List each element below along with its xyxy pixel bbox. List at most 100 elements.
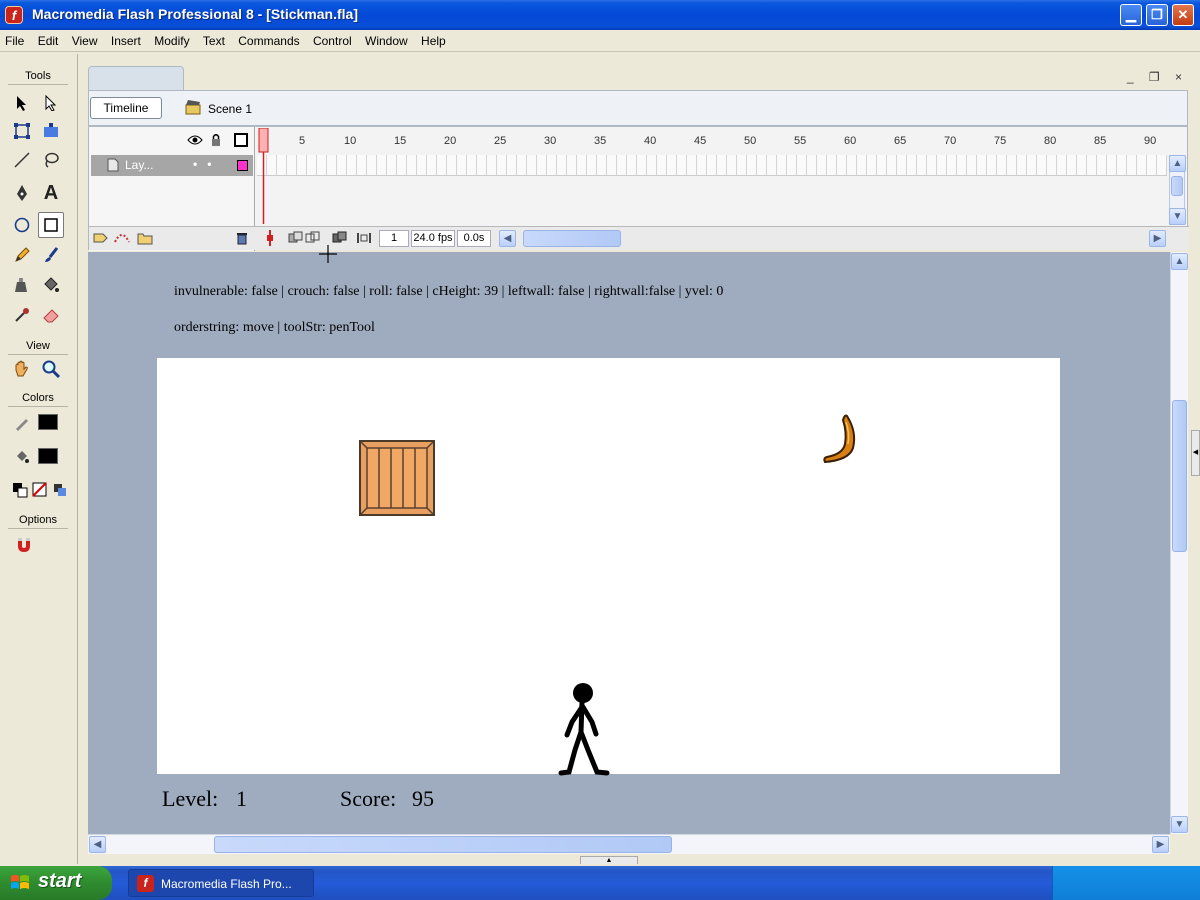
layer-name[interactable]: Lay... (125, 158, 153, 172)
timeline-vertical-scrollbar[interactable]: ▲ ▼ (1169, 155, 1186, 225)
insert-layer-icon[interactable] (93, 231, 109, 245)
stage-hscroll-thumb[interactable] (214, 836, 672, 853)
tools-panel: Tools A View Colors Options (0, 54, 78, 864)
start-button[interactable]: start (0, 866, 112, 900)
panel-collapse-arrow-icon[interactable]: ▲ (580, 856, 638, 864)
fill-color-swatch[interactable] (38, 448, 62, 468)
insert-layer-folder-icon[interactable] (137, 231, 153, 245)
timeline-toggle-button[interactable]: Timeline (90, 97, 162, 119)
stage-vertical-scrollbar[interactable]: ▲ ▼ (1170, 252, 1188, 834)
show-hide-layers-icon[interactable] (187, 134, 203, 146)
menu-file[interactable]: File (0, 30, 29, 48)
free-transform-tool[interactable] (9, 118, 35, 144)
frame-rate-field[interactable]: 24.0 fps (411, 230, 455, 247)
scene-label[interactable]: Scene 1 (208, 102, 252, 116)
stage-scroll-left-button[interactable]: ◀ (89, 836, 106, 853)
text-tool[interactable]: A (38, 180, 64, 206)
layer-frames[interactable] (257, 155, 1167, 176)
selection-tool[interactable] (9, 90, 35, 116)
boomerang[interactable] (821, 412, 863, 464)
onion-skin-outlines-icon[interactable] (305, 231, 321, 245)
brush-tool[interactable] (38, 242, 64, 268)
edit-multiple-frames-icon[interactable] (332, 231, 348, 245)
fill-color-bucket-icon (9, 444, 35, 470)
flash-app-icon[interactable]: f (5, 6, 23, 24)
stage-horizontal-scrollbar[interactable]: ◀ ▶ (88, 834, 1170, 854)
layer-visibility-dots[interactable]: • • (193, 157, 211, 171)
ruler-tick: 25 (494, 135, 507, 147)
subselection-tool[interactable] (38, 90, 64, 116)
pencil-tool[interactable] (9, 242, 35, 268)
stage[interactable] (157, 358, 1060, 776)
lasso-tool[interactable] (38, 147, 64, 173)
menu-commands[interactable]: Commands (233, 30, 304, 48)
stickman-player[interactable] (555, 680, 615, 776)
document-window-controls[interactable]: _ ❐ × (1127, 70, 1188, 84)
black-white-icon[interactable] (12, 482, 28, 498)
rectangle-tool[interactable] (38, 212, 64, 238)
menu-window[interactable]: Window (360, 30, 413, 48)
eraser-tool[interactable] (38, 302, 64, 328)
pen-icon (17, 185, 27, 201)
add-motion-guide-icon[interactable] (113, 231, 131, 245)
swap-colors-icon[interactable] (52, 482, 68, 498)
timeline-scroll-right-button[interactable]: ▶ (1149, 230, 1166, 247)
minimize-button[interactable]: ▁ (1120, 4, 1142, 26)
timeline-hscroll-thumb[interactable] (523, 230, 621, 247)
close-button[interactable]: ✕ (1172, 4, 1194, 26)
panel-expand-arrow-icon[interactable]: ◀ (1191, 430, 1200, 476)
stage-vscroll-thumb[interactable] (1172, 400, 1187, 552)
hand-icon (15, 360, 28, 377)
stage-scroll-up-button[interactable]: ▲ (1171, 253, 1188, 270)
menu-insert[interactable]: Insert (106, 30, 146, 48)
taskbar-item-flash[interactable]: f Macromedia Flash Pro... (128, 869, 314, 897)
playhead[interactable] (258, 128, 270, 224)
menu-control[interactable]: Control (308, 30, 357, 48)
scroll-down-button[interactable]: ▼ (1169, 208, 1186, 225)
layer-row[interactable]: Lay... • • (91, 155, 253, 176)
center-frame-icon[interactable] (263, 230, 277, 246)
menu-view[interactable]: View (67, 30, 103, 48)
zoom-tool[interactable] (38, 356, 64, 382)
stroke-color-swatch[interactable] (38, 414, 62, 434)
level-label: Level: (162, 786, 219, 811)
wooden-crate[interactable] (359, 440, 435, 516)
pen-tool[interactable] (9, 180, 35, 206)
colors-header: Colors (8, 392, 68, 407)
taskbar-item-label: Macromedia Flash Pro... (161, 877, 292, 891)
menu-edit[interactable]: Edit (33, 30, 64, 48)
onion-skin-icon[interactable] (288, 231, 304, 245)
menu-modify[interactable]: Modify (149, 30, 194, 48)
outline-layers-icon[interactable] (234, 133, 248, 147)
pencil-icon (15, 247, 30, 262)
hand-tool[interactable] (9, 356, 35, 382)
ink-bottle-tool[interactable] (9, 272, 35, 298)
scroll-up-button[interactable]: ▲ (1169, 155, 1186, 172)
timeline-scroll-left-button[interactable]: ◀ (499, 230, 516, 247)
lock-layers-icon[interactable] (210, 133, 222, 147)
snap-to-objects-button[interactable] (11, 532, 37, 558)
magnet-icon (18, 538, 30, 552)
eyedropper-tool[interactable] (9, 302, 35, 328)
oval-tool[interactable] (9, 212, 35, 238)
delete-layer-icon[interactable] (235, 231, 249, 245)
modify-onion-markers-icon[interactable] (356, 231, 372, 245)
ruler-tick: 5 (299, 135, 306, 147)
level-value: 1 (236, 786, 247, 811)
gradient-transform-tool[interactable] (38, 118, 64, 144)
stage-scroll-down-button[interactable]: ▼ (1171, 816, 1188, 833)
menu-help[interactable]: Help (416, 30, 451, 48)
restore-button[interactable]: ❐ (1146, 4, 1168, 26)
line-tool[interactable] (9, 147, 35, 173)
current-frame-field[interactable]: 1 (379, 230, 409, 247)
no-color-icon[interactable] (32, 482, 48, 498)
frame-ruler[interactable]: 151015202530354045505560657075808590 (257, 129, 1167, 153)
menu-text[interactable]: Text (198, 30, 230, 48)
elapsed-time-field: 0.0s (457, 230, 491, 247)
stage-scroll-right-button[interactable]: ▶ (1152, 836, 1169, 853)
layer-outline-color-swatch[interactable] (237, 160, 248, 171)
paint-bucket-tool[interactable] (38, 272, 64, 298)
document-tab[interactable] (88, 66, 184, 92)
eraser-icon (43, 309, 59, 323)
scroll-thumb[interactable] (1171, 176, 1183, 196)
